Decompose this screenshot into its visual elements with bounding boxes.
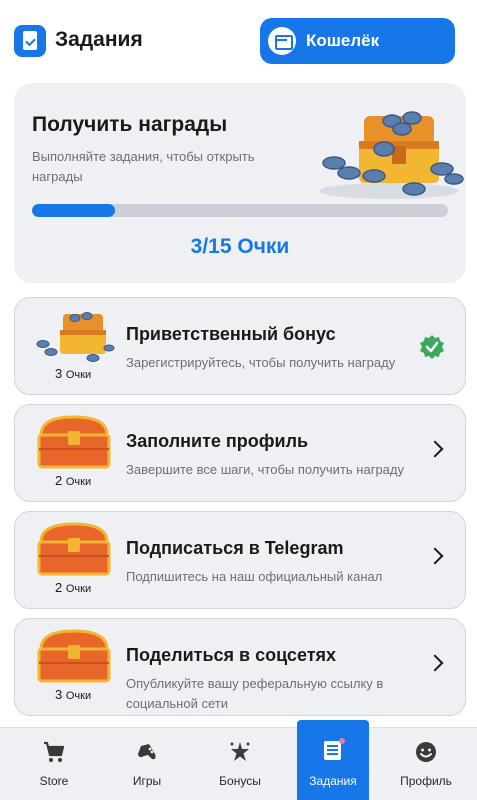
nav-item-store[interactable]: Store — [18, 728, 90, 800]
task-share-social[interactable]: 3 Очки Поделиться в соцсетях Опубликуйте… — [14, 618, 466, 716]
rewards-points-total: 3/15 Очки — [190, 235, 290, 258]
page-title: Задания — [55, 28, 143, 51]
task-fill-profile[interactable]: 2 Очки Заполните профиль Завершите все ш… — [14, 404, 466, 502]
nav-item-games[interactable]: Игры — [111, 728, 183, 800]
task-welcome-bonus[interactable]: 3 Очки Приветственный бонус Зарегистриру… — [14, 297, 466, 395]
nav-label: Профиль — [400, 774, 452, 788]
task-description: Опубликуйте вашу реферальную ссылку в со… — [126, 676, 384, 711]
task-points: 2 Очки — [55, 473, 92, 488]
task-points: 3 Очки — [55, 687, 92, 702]
rewards-progress-fill — [32, 204, 116, 217]
wallet-button-label: Кошелёк — [306, 31, 380, 50]
gamepad-icon — [138, 744, 156, 760]
chevron-right-icon[interactable] — [426, 654, 444, 672]
header: Задания Кошелёк — [0, 0, 477, 84]
nav-label: Бонусы — [219, 774, 261, 788]
sparkle-icon — [230, 742, 250, 761]
treasure-chest-coins-icon — [36, 312, 115, 362]
task-points: 3 Очки — [55, 366, 92, 381]
nav-item-profile[interactable]: Профиль — [390, 728, 462, 800]
task-title: Поделиться в соцсетях — [126, 645, 337, 665]
task-description: Зарегистрируйтесь, чтобы получить наград… — [126, 355, 396, 370]
nav-label: Задания — [309, 774, 357, 788]
nav-item-bonuses[interactable]: Бонусы — [204, 728, 276, 800]
task-description: Завершите все шаги, чтобы получить награ… — [126, 462, 404, 477]
chevron-right-icon[interactable] — [426, 440, 444, 458]
rewards-title: Получить награды — [32, 113, 228, 136]
rewards-progress-bar — [32, 204, 448, 217]
treasure-chest-icon — [37, 522, 111, 576]
rewards-description: Выполняйте задания, чтобы открыть наград… — [32, 149, 255, 184]
task-description: Подпишитесь на наш официальный канал — [126, 569, 383, 584]
bottom-nav: Store Игры Бонусы Задания Профиль — [0, 720, 477, 800]
tasks-icon — [324, 738, 345, 760]
task-title: Подписаться в Telegram — [126, 538, 344, 558]
wallet-button[interactable]: Кошелёк — [260, 18, 455, 64]
treasure-chest-coins-icon — [319, 111, 464, 199]
wallet-icon — [268, 27, 296, 55]
task-points: 2 Очки — [55, 580, 92, 595]
smile-icon — [416, 742, 436, 762]
cart-icon — [44, 741, 65, 762]
tasks-app-icon — [14, 25, 46, 57]
verified-check-icon — [420, 335, 444, 359]
treasure-chest-icon — [37, 415, 111, 469]
task-title: Заполните профиль — [126, 431, 309, 451]
task-subscribe-telegram[interactable]: 2 Очки Подписаться в Telegram Подпишитес… — [14, 511, 466, 609]
nav-label: Игры — [132, 774, 162, 788]
treasure-chest-icon — [37, 629, 111, 683]
task-title: Приветственный бонус — [126, 324, 336, 344]
nav-label: Store — [39, 774, 69, 788]
nav-item-tasks[interactable]: Задания — [297, 720, 369, 800]
chevron-right-icon[interactable] — [426, 547, 444, 565]
rewards-card: Получить награды Выполняйте задания, что… — [14, 83, 466, 283]
